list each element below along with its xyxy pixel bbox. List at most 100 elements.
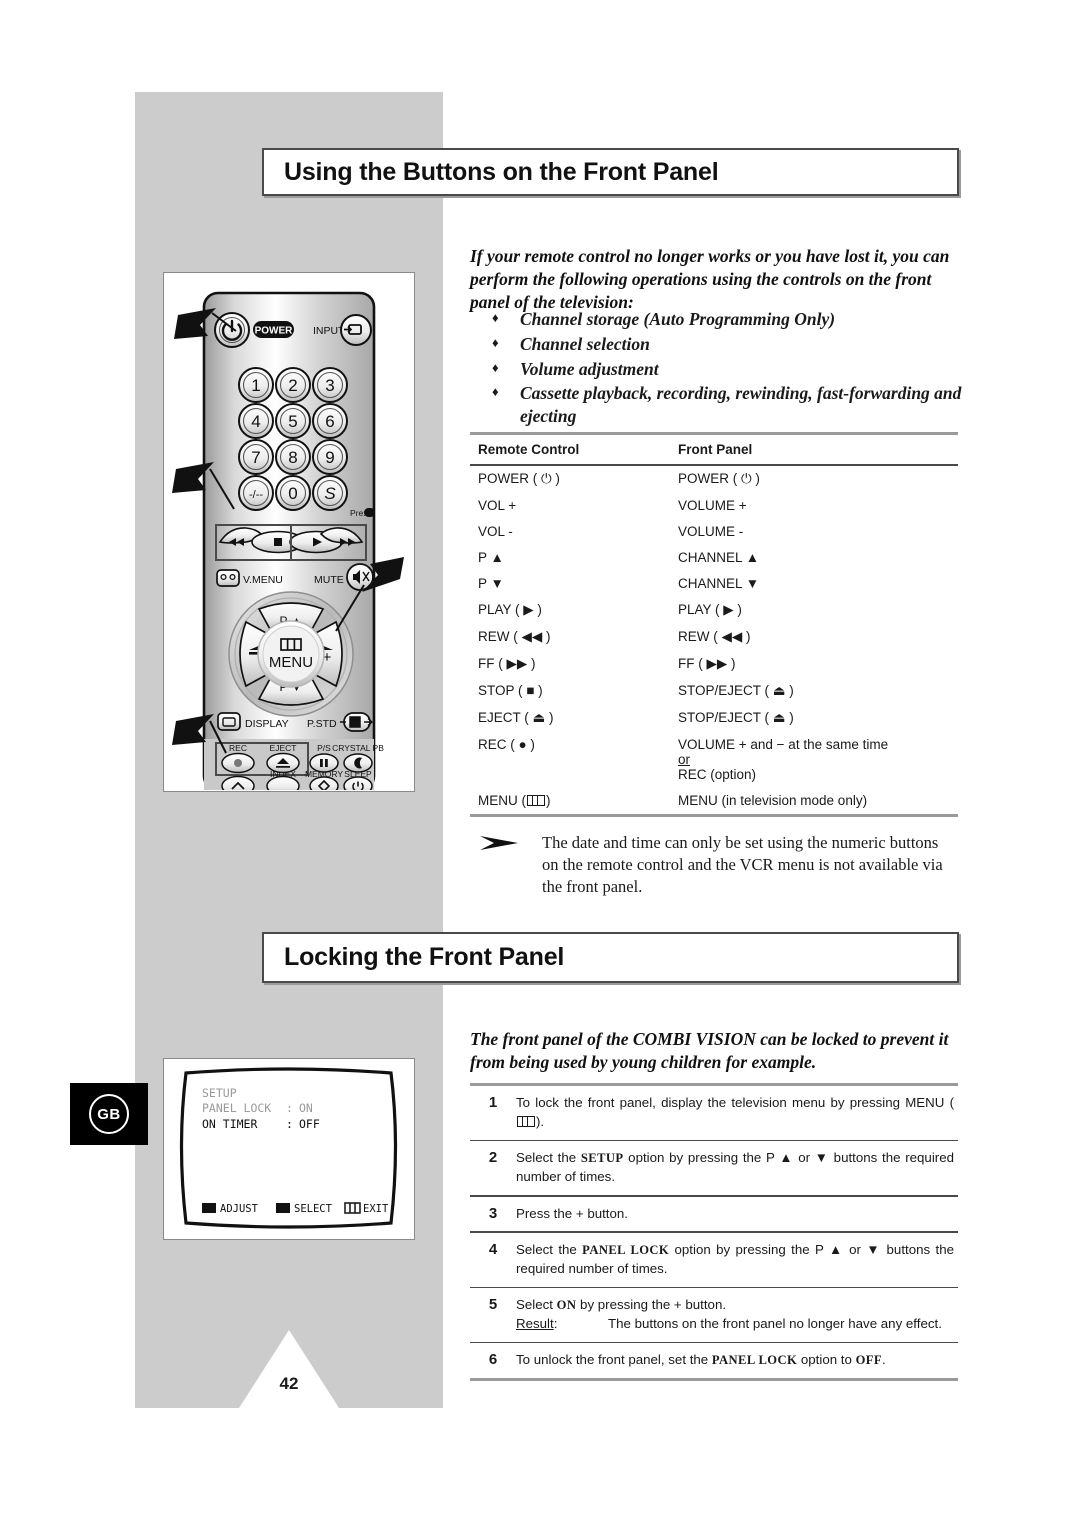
menu-option-name: PANEL LOCK xyxy=(711,1353,798,1368)
svg-text:6: 6 xyxy=(325,412,334,431)
cell-remote-button: REW ( ◀◀ ) xyxy=(478,629,551,644)
svg-text:9: 9 xyxy=(325,448,334,467)
svg-text:8: 8 xyxy=(288,448,297,467)
svg-text:Pre.: Pre. xyxy=(350,508,366,518)
svg-text:-/--: -/-- xyxy=(249,489,263,501)
menu-option-name: OFF xyxy=(855,1353,882,1368)
cell-line: REC (option) xyxy=(678,767,757,782)
step-text: Select ON by pressing the + button. Resul… xyxy=(516,1296,958,1334)
cell-line: POWER ( ⏻ ) xyxy=(678,471,760,486)
cell-line: CHANNEL ▲ xyxy=(678,550,760,565)
osd-title: SETUP xyxy=(202,1086,237,1100)
cell-remote-button: MENU () xyxy=(478,793,551,808)
page-number: 42 xyxy=(279,1374,299,1393)
note-text: The date and time can only be set using … xyxy=(542,833,943,896)
intro-paragraph-2: The front panel of the COMBI VISION can … xyxy=(470,1029,949,1072)
section-heading-text: Using the Buttons on the Front Panel xyxy=(284,157,719,186)
cell-remote-button: VOL + xyxy=(478,498,517,513)
select-icon xyxy=(276,1203,290,1213)
table-rule-heavy xyxy=(470,813,958,817)
table-row: REW ( ◀◀ ) REW ( ◀◀ ) xyxy=(470,624,958,651)
menu-option-name: SETUP xyxy=(580,1151,624,1166)
step-row: 4 Select the PANEL LOCK option by pressin… xyxy=(470,1233,958,1287)
section-heading-text: Locking the Front Panel xyxy=(284,943,565,971)
feature-bullet-text: Volume adjustment xyxy=(520,358,659,379)
table-row: VOL - VOLUME - xyxy=(470,519,958,545)
region-badge-label: GB xyxy=(89,1094,129,1134)
osd-footer-label-2: EXIT xyxy=(363,1203,389,1215)
page-number-block: 42 xyxy=(135,1330,443,1408)
diamond-bullet-icon: ♦ xyxy=(492,384,499,400)
table-row: POWER ( ⏻ ) POWER ( ⏻ ) xyxy=(470,466,958,493)
menu-option-name: ON xyxy=(556,1298,577,1313)
step-row: 3 Press the + button. xyxy=(470,1197,958,1232)
svg-text:2: 2 xyxy=(288,376,297,395)
remote-to-frontpanel-table: Remote Control Front Panel POWER ( ⏻ ) POWE… xyxy=(470,432,958,817)
table-row: PLAY ( ▶ ) PLAY ( ▶ ) xyxy=(470,597,958,624)
menu-glyph-icon xyxy=(527,795,545,806)
cell-line: FF ( ▶▶ ) xyxy=(678,656,736,671)
osd-row-value-1: OFF xyxy=(299,1117,320,1131)
cell-remote-button: P ▲ xyxy=(478,550,504,565)
table-row: REC ( ● ) VOLUME + and − at the same time… xyxy=(470,732,958,788)
step-row: 1 To lock the front panel, display the te… xyxy=(470,1086,958,1140)
table-row: VOL + VOLUME + xyxy=(470,493,958,519)
cell-line: STOP/EJECT ( ⏏ ) xyxy=(678,710,794,725)
cell-remote-button: STOP ( ■ ) xyxy=(478,683,543,698)
table-row: MENU () MENU (in television mode only) xyxy=(470,788,958,814)
column-header-frontpanel: Front Panel xyxy=(678,442,753,457)
section-heading-locking-panel: Locking the Front Panel xyxy=(262,932,959,983)
cell-remote-button: FF ( ▶▶ ) xyxy=(478,656,536,671)
step-text: Select the PANEL LOCK option by pressing… xyxy=(516,1241,954,1276)
remote-control-drawing: POWER INPUT 1 2 3 4 5 6 7 8 9 -/-- 0 S P… xyxy=(172,291,404,790)
osd-row-label-0: PANEL LOCK xyxy=(202,1101,271,1115)
cell-line: STOP/EJECT ( ⏏ ) xyxy=(678,683,794,698)
table-row: EJECT ( ⏏ ) STOP/EJECT ( ⏏ ) xyxy=(470,705,958,732)
step-row: 5 Select ON by pressing the + button. Resu… xyxy=(470,1288,958,1342)
cell-line: PLAY ( ▶ ) xyxy=(678,602,742,617)
feature-bullet-text: Channel selection xyxy=(520,333,650,354)
cell-frontpanel-button: CHANNEL ▲ xyxy=(678,550,958,565)
step-text: To lock the front panel, display the tel… xyxy=(516,1095,954,1129)
step-text: Press the + button. xyxy=(516,1205,628,1221)
cell-frontpanel-button: VOLUME + and − at the same time or REC (op… xyxy=(678,737,958,782)
cell-line: VOLUME + xyxy=(678,498,747,513)
table-header-row: Remote Control Front Panel xyxy=(470,435,958,464)
feature-bullet: ♦ Volume adjustment xyxy=(492,358,972,381)
diamond-bullet-icon: ♦ xyxy=(492,310,499,325)
svg-text:4: 4 xyxy=(251,412,260,431)
svg-text:P/S: P/S xyxy=(317,743,331,753)
cell-remote-button: POWER ( ⏻ ) xyxy=(478,471,560,486)
step-text: Select the SETUP option by pressing the … xyxy=(516,1150,954,1185)
cell-line: REW ( ◀◀ ) xyxy=(678,629,751,644)
intro-paragraph-1: If your remote control no longer works o… xyxy=(470,246,950,312)
osd-row-sep-1: : xyxy=(286,1117,293,1131)
cell-remote-button: P ▼ xyxy=(478,576,504,591)
cell-frontpanel-button: VOLUME - xyxy=(678,524,958,539)
svg-text:0: 0 xyxy=(288,484,297,503)
menu-option-name: PANEL LOCK xyxy=(582,1242,670,1257)
step-row: 6 To unlock the front panel, set the PANE… xyxy=(470,1343,958,1378)
feature-bullet: ♦ Cassette playback, recording, rewinding… xyxy=(492,382,972,428)
svg-text:MENU: MENU xyxy=(269,654,313,671)
step-number: 3 xyxy=(488,1204,498,1222)
svg-text:S: S xyxy=(324,484,336,503)
note-block: The date and time can only be set using … xyxy=(478,832,948,898)
svg-text:P.STD: P.STD xyxy=(307,718,337,730)
svg-text:3: 3 xyxy=(325,376,334,395)
adjust-icon xyxy=(202,1203,216,1213)
step-text: To unlock the front panel, set the PANEL… xyxy=(516,1352,886,1368)
osd-row-sep-0: : xyxy=(286,1101,293,1115)
menu-glyph-icon xyxy=(517,1115,535,1127)
column-header-remote: Remote Control xyxy=(478,442,580,457)
section-heading-using-buttons: Using the Buttons on the Front Panel xyxy=(262,148,959,196)
tv-setup-menu-figure: SETUP PANEL LOCK : ON ON TIMER : OFF ADJ… xyxy=(163,1058,415,1240)
osd-row-label-1: ON TIMER xyxy=(202,1117,257,1131)
feature-bullet-text: Cassette playback, recording, rewinding,… xyxy=(520,383,962,426)
svg-text:7: 7 xyxy=(251,448,260,467)
cell-frontpanel-button: POWER ( ⏻ ) xyxy=(678,471,958,487)
step-number: 4 xyxy=(488,1240,498,1258)
cell-line: VOLUME - xyxy=(678,524,744,539)
cell-line: MENU (in television mode only) xyxy=(678,793,868,808)
cell-remote-button: PLAY ( ▶ ) xyxy=(478,602,542,617)
